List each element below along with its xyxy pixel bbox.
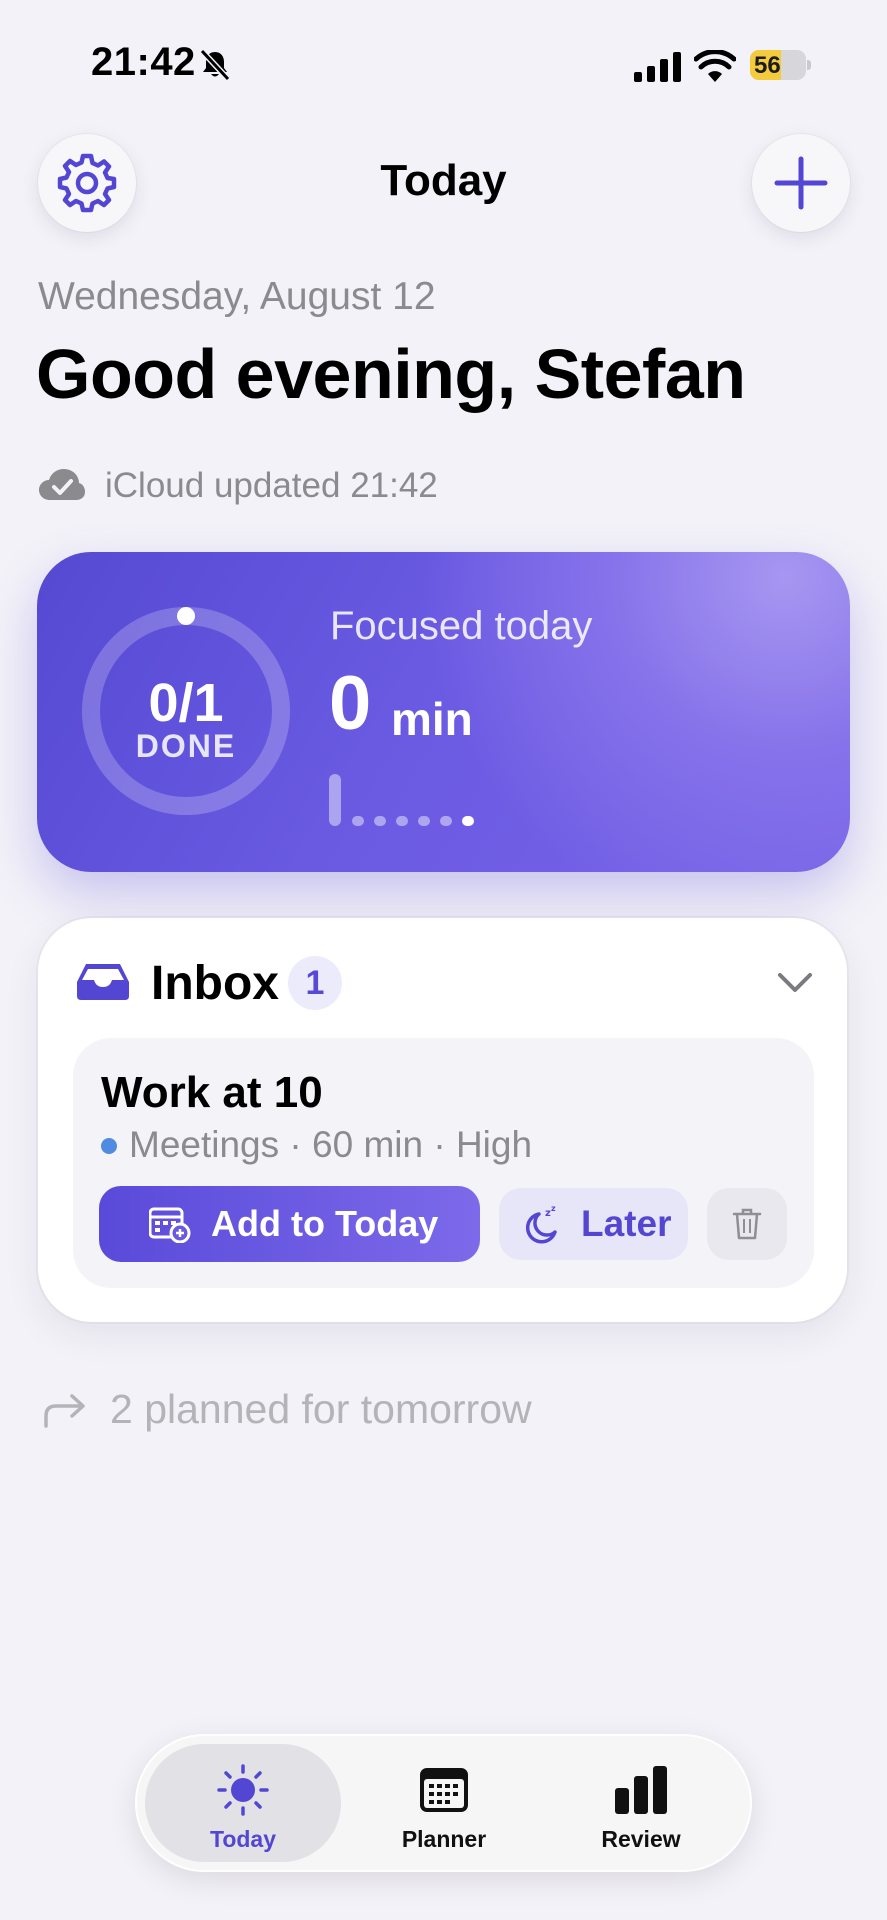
add-button[interactable] bbox=[752, 134, 850, 232]
category-dot bbox=[101, 1138, 117, 1154]
battery-percent: 56 bbox=[754, 52, 781, 79]
plus-icon bbox=[774, 156, 828, 210]
tab-planner-label: Planner bbox=[401, 1826, 487, 1852]
sync-status: iCloud updated 21:42 bbox=[105, 466, 438, 505]
date-label: Wednesday, August 12 bbox=[38, 275, 436, 318]
tab-today[interactable]: Today bbox=[145, 1744, 341, 1862]
inbox-count-badge: 1 bbox=[288, 956, 342, 1010]
tab-bar: Today Planner Review bbox=[135, 1734, 752, 1872]
focus-sparkline bbox=[329, 774, 474, 826]
calendar-icon bbox=[420, 1768, 468, 1812]
focused-today-label: Focused today bbox=[330, 604, 593, 648]
cellular-signal-icon bbox=[634, 52, 681, 82]
task-meta: Meetings · 60 min · High bbox=[129, 1124, 533, 1165]
calendar-add-icon bbox=[149, 1207, 191, 1243]
inbox-card: Inbox 1 Work at 10 Meetings · 60 min · H… bbox=[38, 918, 847, 1322]
bell-slash-icon bbox=[199, 48, 231, 82]
focused-unit: min bbox=[391, 693, 473, 745]
svg-text:z: z bbox=[551, 1204, 556, 1213]
inbox-task-item[interactable]: Work at 10 Meetings · 60 min · High Add … bbox=[73, 1038, 814, 1288]
focused-minutes: 0 bbox=[329, 661, 372, 746]
delete-button[interactable] bbox=[707, 1188, 787, 1260]
bar-chart-icon bbox=[615, 1766, 667, 1814]
planned-tomorrow-link[interactable]: 2 planned for tomorrow bbox=[110, 1386, 532, 1433]
moon-zzz-icon: z z bbox=[525, 1204, 557, 1244]
done-label: DONE bbox=[135, 728, 237, 764]
battery-indicator: 56 bbox=[750, 50, 812, 80]
add-to-today-button[interactable]: Add to Today bbox=[99, 1186, 480, 1262]
tab-review-label: Review bbox=[601, 1826, 681, 1852]
tab-today-label: Today bbox=[209, 1826, 277, 1852]
cloud-check-icon bbox=[39, 469, 85, 500]
later-label: Later bbox=[581, 1203, 672, 1244]
arrow-forward-icon bbox=[44, 1394, 85, 1428]
done-count: 0/1 bbox=[148, 673, 224, 733]
status-time: 21:42 bbox=[91, 40, 196, 84]
tab-planner[interactable]: Planner bbox=[346, 1744, 542, 1862]
tab-review[interactable]: Review bbox=[543, 1744, 739, 1862]
inbox-title: Inbox bbox=[151, 957, 279, 1010]
focus-summary-card[interactable]: 0/1 DONE Focused today 0 min bbox=[37, 552, 850, 872]
task-title: Work at 10 bbox=[101, 1068, 323, 1117]
inbox-tray-icon bbox=[77, 964, 129, 1000]
later-button[interactable]: z z Later bbox=[499, 1188, 688, 1260]
add-to-today-label: Add to Today bbox=[211, 1203, 439, 1244]
sun-icon bbox=[217, 1764, 269, 1816]
greeting-heading: Good evening, Stefan bbox=[36, 335, 746, 413]
wifi-icon bbox=[694, 50, 736, 82]
trash-icon bbox=[732, 1208, 762, 1240]
chevron-down-icon[interactable] bbox=[776, 970, 814, 996]
